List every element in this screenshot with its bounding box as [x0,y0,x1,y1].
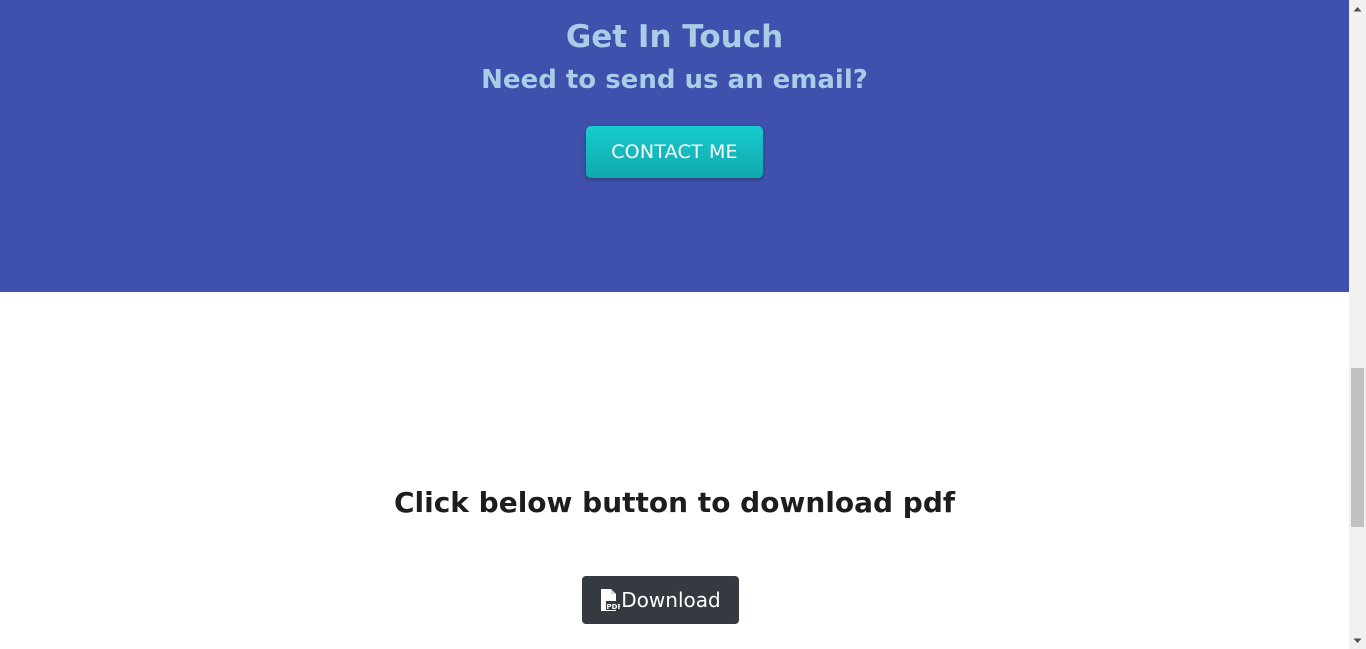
vertical-scrollbar[interactable] [1349,0,1366,649]
page: Get In Touch Need to send us an email? C… [0,0,1349,649]
download-heading: Click below button to download pdf [393,486,956,519]
scrollbar-thumb[interactable] [1351,368,1364,527]
download-button[interactable]: PDF Download [582,576,739,624]
download-button-label: Download [621,588,721,612]
contact-section: Get In Touch Need to send us an email? C… [0,0,1349,292]
scroll-down-arrow-icon[interactable] [1349,632,1366,649]
scroll-up-arrow-icon[interactable] [1349,0,1366,17]
contact-subtitle: Need to send us an email? [481,65,868,95]
pdf-file-icon: PDF [600,588,623,612]
contact-me-button[interactable]: CONTACT ME [586,126,763,178]
svg-text:PDF: PDF [607,603,621,611]
contact-title: Get In Touch [565,19,784,55]
